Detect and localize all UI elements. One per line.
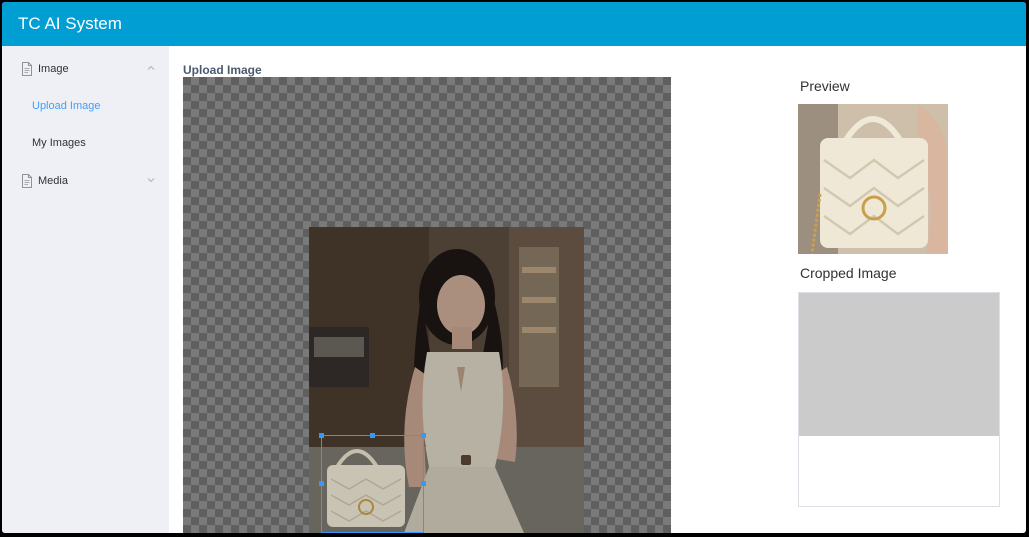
sidebar-group-media[interactable]: Media — [2, 168, 169, 194]
sidebar-item-upload-image[interactable]: Upload Image — [2, 94, 169, 118]
page-title: Upload Image — [183, 63, 262, 77]
sidebar-group-image[interactable]: Image — [2, 56, 169, 82]
preview-label: Preview — [800, 78, 850, 94]
crop-handle[interactable] — [319, 481, 324, 486]
image-cropper[interactable] — [183, 77, 671, 533]
crop-selection[interactable] — [319, 433, 426, 533]
sidebar-group-label: Media — [38, 175, 68, 187]
crop-handle[interactable] — [370, 433, 375, 438]
crop-preview-image — [798, 104, 948, 254]
sidebar-item-label: My Images — [32, 137, 86, 149]
document-icon — [22, 174, 32, 188]
sidebar-item-my-images[interactable]: My Images — [2, 131, 169, 155]
cropped-image-label: Cropped Image — [800, 265, 897, 281]
app-window: TC AI System Image Upload Image My Image… — [2, 2, 1026, 533]
sidebar: Image Upload Image My Images Media — [2, 46, 169, 533]
crop-handle[interactable] — [421, 481, 426, 486]
document-icon — [22, 62, 32, 76]
chevron-down-icon — [147, 178, 155, 183]
app-title: TC AI System — [18, 14, 122, 33]
main-content: Upload Image Preview Cropped Image — [169, 46, 1026, 533]
sidebar-group-label: Image — [38, 63, 69, 75]
cropped-image-placeholder — [799, 293, 999, 436]
top-bar: TC AI System — [2, 2, 1026, 46]
sidebar-item-label: Upload Image — [32, 100, 101, 112]
cropped-image-panel — [798, 292, 1000, 507]
crop-handle[interactable] — [421, 433, 426, 438]
crop-handle[interactable] — [319, 433, 324, 438]
chevron-up-icon — [147, 65, 155, 70]
